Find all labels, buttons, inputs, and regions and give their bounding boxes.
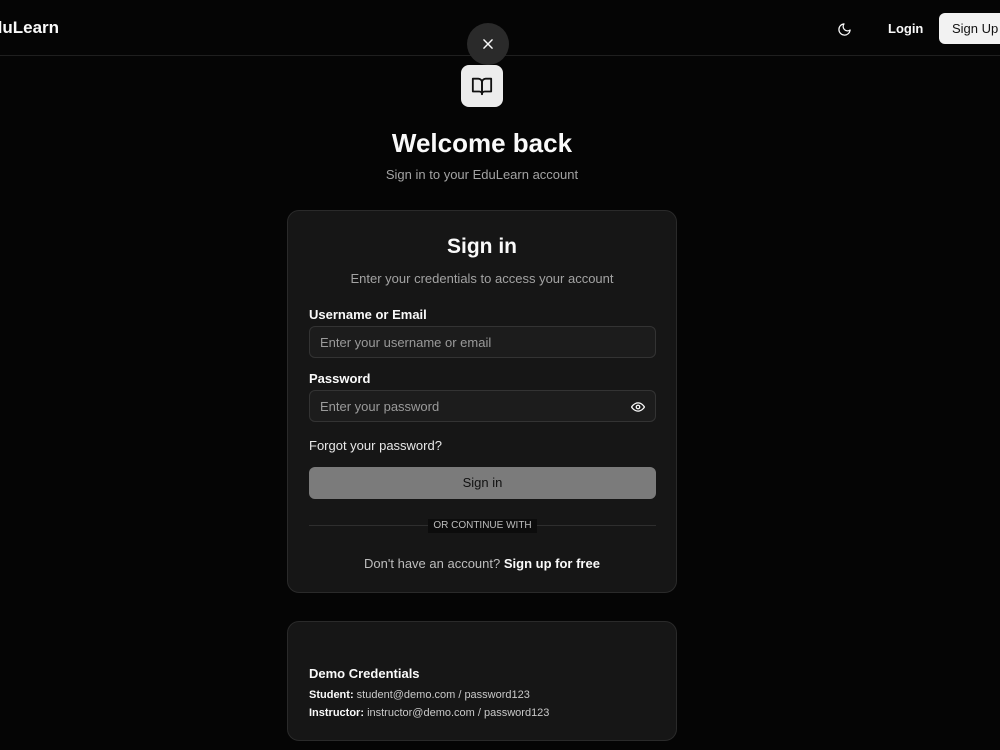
demo-instructor-label: Instructor: <box>309 707 364 719</box>
username-field-wrapper <box>309 326 656 358</box>
password-input[interactable] <box>320 398 645 414</box>
moon-icon <box>837 22 851 36</box>
close-button[interactable] <box>467 23 509 65</box>
brand-logo-text[interactable]: duLearn <box>0 18 59 38</box>
username-label: Username or Email <box>309 307 427 322</box>
signup-button[interactable]: Sign Up <box>939 13 1000 44</box>
demo-student-value: student@demo.com / password123 <box>356 689 530 701</box>
demo-credentials-card: Demo Credentials Student: student@demo.c… <box>287 621 677 741</box>
demo-instructor-row: Instructor: instructor@demo.com / passwo… <box>309 707 549 719</box>
demo-student-row: Student: student@demo.com / password123 <box>309 689 530 701</box>
book-open-icon <box>471 77 493 96</box>
divider-label: OR CONTINUE WITH <box>428 519 537 533</box>
signin-card: Sign in Enter your credentials to access… <box>287 210 677 593</box>
close-icon <box>483 39 493 49</box>
signup-prompt-text: Don't have an account? <box>364 556 501 571</box>
demo-instructor-value: instructor@demo.com / password123 <box>367 707 550 719</box>
forgot-password-link[interactable]: Forgot your password? <box>309 438 442 453</box>
page-subtitle: Sign in to your EduLearn account <box>385 167 579 182</box>
app-logo-tile <box>461 65 503 107</box>
page-title: Welcome back <box>391 128 573 158</box>
signup-prompt-row: Don't have an account? Sign up for free <box>288 556 676 571</box>
signup-link[interactable]: Sign up for free <box>504 556 600 571</box>
password-field-wrapper <box>309 390 656 422</box>
signin-card-subtitle: Enter your credentials to access your ac… <box>350 271 614 286</box>
signin-submit-button[interactable]: Sign in <box>309 467 656 499</box>
demo-student-label: Student: <box>309 689 354 701</box>
password-label: Password <box>309 371 371 386</box>
login-button[interactable]: Login <box>878 14 933 44</box>
demo-credentials-title: Demo Credentials <box>309 666 420 681</box>
password-visibility-toggle[interactable] <box>630 399 646 415</box>
username-input[interactable] <box>320 334 645 350</box>
signin-card-title: Sign in <box>447 235 517 258</box>
eye-icon <box>631 402 645 412</box>
theme-toggle-button[interactable] <box>832 17 856 41</box>
